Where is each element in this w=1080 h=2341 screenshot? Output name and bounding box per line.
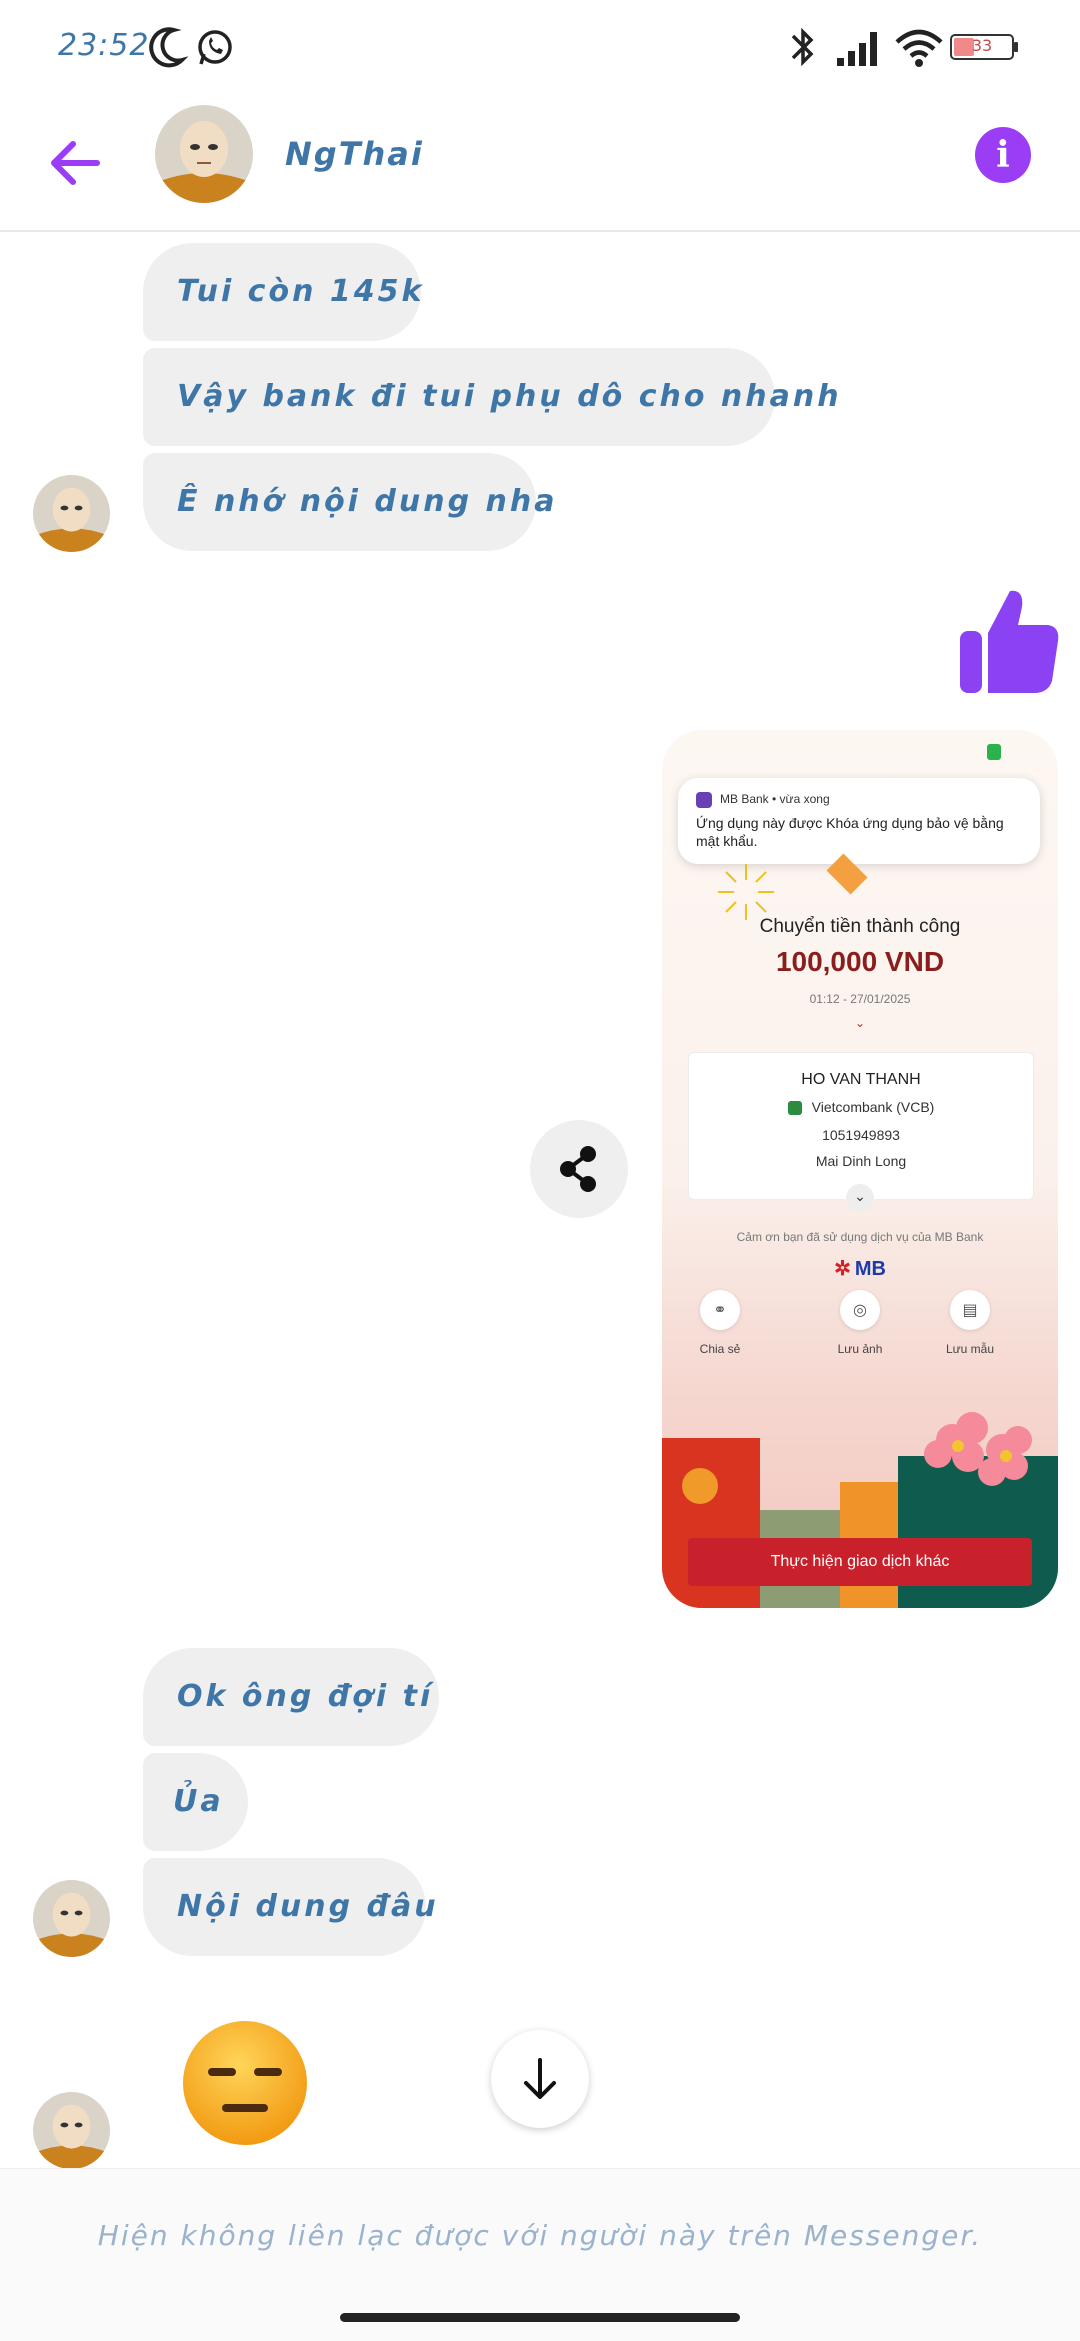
message-bubble[interactable]: Ủa xyxy=(143,1753,248,1851)
message-avatar[interactable] xyxy=(33,2092,110,2169)
contact-name[interactable]: NgThai xyxy=(285,135,424,173)
document-icon: ▤ xyxy=(950,1290,990,1330)
scroll-to-bottom-button[interactable] xyxy=(491,2030,589,2128)
recipient-extra: Mai Dinh Long xyxy=(815,1153,907,1169)
arrow-down-icon xyxy=(524,2058,556,2099)
share-action: ⚭ Chia sẻ xyxy=(680,1290,760,1356)
moon-icon xyxy=(149,27,188,68)
message-bubble[interactable]: Ok ông đợi tí xyxy=(143,1648,439,1746)
save-image-action: ◎ Lưu ảnh xyxy=(820,1290,900,1356)
status-bar: 23:52 33 xyxy=(0,0,1080,95)
notification-text: Ứng dụng này được Khóa ứng dụng bảo vệ b… xyxy=(696,815,1004,849)
expand-chevron-icon: ⌄ xyxy=(846,1184,874,1212)
receipt-title: Chuyển tiền thành công xyxy=(759,916,961,937)
chevron-double-down-icon: ⌄ xyxy=(854,1016,866,1030)
firework-icon xyxy=(718,864,774,920)
mb-star-icon: ✲ xyxy=(834,1258,851,1280)
expressionless-face-emoji-icon[interactable] xyxy=(180,2018,310,2148)
shield-icon xyxy=(987,744,1001,760)
battery-icon: 33 xyxy=(950,34,1020,60)
contact-avatar[interactable] xyxy=(155,105,253,203)
camera-icon: ◎ xyxy=(840,1290,880,1330)
mbbank-app-icon xyxy=(696,792,712,808)
signal-icon xyxy=(837,32,877,66)
back-arrow-icon[interactable] xyxy=(45,130,111,196)
thumbs-up-icon[interactable] xyxy=(958,585,1060,695)
message-bubble[interactable]: Ê nhớ nội dung nha xyxy=(143,453,554,551)
receipt-amount: 100,000 VND xyxy=(775,946,945,977)
receipt-thanks: Cảm ơn bạn đã sử dụng dịch vụ của MB Ban… xyxy=(736,1230,984,1244)
flower-decoration xyxy=(924,1412,1032,1486)
receipt-notification: MB Bank • vừa xong Ứng dụng này được Khó… xyxy=(678,778,1040,864)
recipient-account: 1051949893 xyxy=(822,1127,900,1143)
new-transaction-button: Thực hiện giao dịch khác xyxy=(688,1538,1032,1586)
info-icon[interactable]: i xyxy=(975,127,1031,183)
message-bubble[interactable]: Vậy bank đi tui phụ dô cho nhanh xyxy=(143,348,839,446)
wifi-icon xyxy=(895,29,943,67)
share-nodes-icon: ⚭ xyxy=(700,1290,740,1330)
status-time: 23:52 xyxy=(58,28,150,63)
save-template-action: ▤ Lưu mẫu xyxy=(930,1290,1010,1356)
share-icon xyxy=(560,1146,596,1192)
unavailable-notice: Hiện không liên lạc được với người này t… xyxy=(97,2219,983,2252)
battery-level: 33 xyxy=(971,36,993,55)
bluetooth-icon xyxy=(791,27,814,67)
message-bubble[interactable]: Tui còn 145k xyxy=(143,243,421,341)
mb-logo: ✲ MB xyxy=(834,1258,886,1280)
notification-app: MB Bank • vừa xong xyxy=(720,792,830,806)
receipt-datetime: 01:12 - 27/01/2025 xyxy=(809,992,911,1006)
shared-image-receipt[interactable]: MB Bank • vừa xong Ứng dụng này được Khó… xyxy=(662,730,1058,1608)
vietcombank-logo-icon xyxy=(787,1101,802,1116)
whatsapp-icon xyxy=(198,30,232,65)
message-bubble[interactable]: Nội dung đâu xyxy=(143,1858,436,1956)
composer-unavailable-footer: Hiện không liên lạc được với người này t… xyxy=(0,2168,1080,2341)
chat-header: NgThai i xyxy=(0,95,1080,232)
recipient-card: HO VAN THANH Vietcombank (VCB) 105194989… xyxy=(688,1052,1034,1200)
message-avatar[interactable] xyxy=(33,475,110,552)
share-button[interactable] xyxy=(530,1120,628,1218)
home-indicator[interactable] xyxy=(340,2313,740,2322)
recipient-bank: Vietcombank (VCB) xyxy=(689,1099,1033,1116)
message-avatar[interactable] xyxy=(33,1880,110,1957)
recipient-name: HO VAN THANH xyxy=(801,1071,921,1088)
